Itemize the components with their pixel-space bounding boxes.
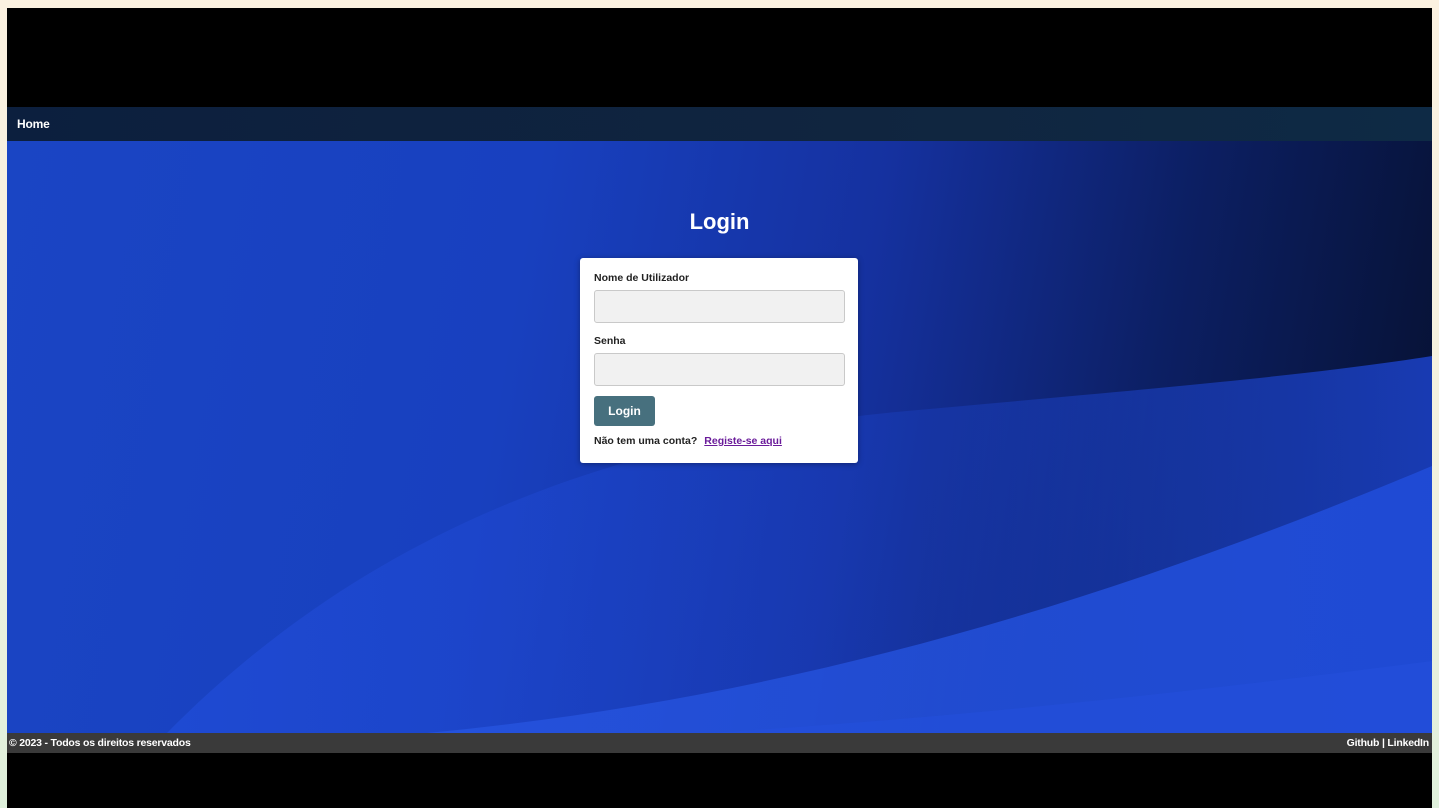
footer-separator: | bbox=[1381, 737, 1385, 749]
footer-social-links: Github | LinkedIn bbox=[1347, 737, 1430, 749]
password-label: Senha bbox=[594, 335, 626, 347]
register-link[interactable]: Registe-se aqui bbox=[704, 435, 782, 447]
nav-home-link[interactable]: Home bbox=[17, 117, 50, 131]
page-title: Login bbox=[689, 209, 750, 234]
register-prompt: Não tem uma conta? Registe-se aqui bbox=[594, 435, 845, 447]
copyright-text: © 2023 - Todos os direitos reservados bbox=[9, 737, 191, 749]
navbar: Home bbox=[7, 107, 1432, 141]
password-input[interactable] bbox=[594, 353, 845, 386]
no-account-text: Não tem uma conta? bbox=[594, 435, 698, 447]
login-hero: Login Nome de Utilizador Senha Login Não… bbox=[7, 141, 1432, 733]
username-input[interactable] bbox=[594, 290, 845, 323]
footer: © 2023 - Todos os direitos reservados Gi… bbox=[7, 733, 1432, 753]
login-button[interactable]: Login bbox=[594, 396, 655, 426]
browser-viewport: Home Login Nome de Utilizador Senha Logi… bbox=[7, 8, 1432, 808]
github-link[interactable]: Github bbox=[1347, 737, 1380, 749]
login-form-card: Nome de Utilizador Senha Login Não tem u… bbox=[580, 258, 858, 463]
username-label: Nome de Utilizador bbox=[594, 272, 690, 284]
linkedin-link[interactable]: LinkedIn bbox=[1387, 737, 1429, 749]
